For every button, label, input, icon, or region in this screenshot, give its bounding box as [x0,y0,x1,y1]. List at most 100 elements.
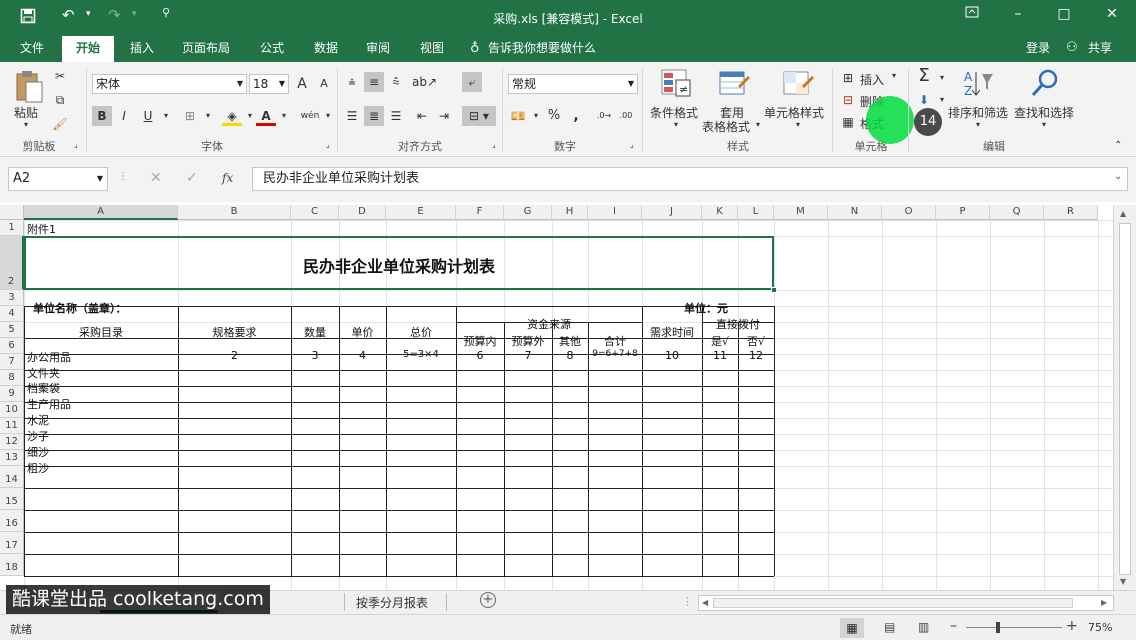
align-left-icon[interactable]: ☰ [342,106,362,126]
paste-icon[interactable] [14,70,44,104]
decrease-decimal-icon[interactable]: .00 [616,106,636,126]
page-layout-view-icon[interactable]: ▤ [884,620,895,634]
clipboard-launcher-icon[interactable]: ⌟ [74,140,78,149]
increase-decimal-icon[interactable]: .0→ [594,106,614,126]
row-header[interactable]: 18 [0,554,24,576]
align-top-icon[interactable]: ⩮ [342,72,362,92]
accounting-format-icon[interactable]: 💴 [508,106,528,126]
decrease-indent-icon[interactable]: ⇤ [412,106,432,126]
cell-r10-item[interactable]: 水泥 [27,412,49,428]
autosum-dropdown-icon[interactable]: ▾ [932,68,952,88]
tell-me-search[interactable]: 告诉我你想要做什么 [488,36,608,62]
cell-r6-spec[interactable]: 2 [178,349,291,362]
cell-r9-item[interactable]: 生产用品 [27,396,71,412]
cell-styles-button[interactable]: 单元格样式 [764,104,824,121]
column-header[interactable]: I [588,205,642,220]
header-item[interactable]: 采购目录 [24,324,178,340]
row-header[interactable]: 16 [0,510,24,532]
cell-r6-qty[interactable]: 3 [291,349,339,362]
zoom-slider[interactable] [966,627,1062,628]
column-header[interactable]: L [738,205,774,220]
header-total[interactable]: 总价 [386,324,456,340]
find-select-button[interactable]: 查找和选择 [1014,104,1074,121]
tab-home[interactable]: 开始 [62,36,114,62]
header-direct[interactable]: 直接拨付 [702,316,774,332]
header-qty[interactable]: 数量 [291,324,339,340]
column-header[interactable]: N [828,205,882,220]
format-as-table-icon[interactable] [718,68,750,100]
number-launcher-icon[interactable]: ⌟ [630,140,634,149]
sheet-tab-quarterly[interactable]: 按季分月报表 [356,594,428,611]
column-header[interactable]: F [456,205,504,220]
sort-filter-icon[interactable]: AZ [962,68,994,100]
row-header[interactable]: 3 [0,290,24,306]
cell-unit-name[interactable]: 单位名称（盖章）： [33,300,127,316]
scroll-down-icon[interactable]: ▼ [1120,577,1126,586]
close-icon[interactable]: ✕ [1102,6,1122,22]
tab-data[interactable]: 数据 [304,36,348,62]
header-other[interactable]: 其他 [552,333,588,349]
header-outbudget[interactable]: 预算外 [504,333,552,349]
cell-r6-total[interactable]: 5=3×4 [386,349,456,360]
column-header[interactable]: H [552,205,588,220]
format-painter-icon[interactable]: 🖌 [50,114,70,134]
maximize-icon[interactable]: □ [1054,6,1074,22]
column-header[interactable]: A [24,205,178,220]
cell-r6-price[interactable]: 4 [339,349,386,362]
scroll-up-icon[interactable]: ▲ [1120,209,1126,218]
column-header[interactable]: E [386,205,456,220]
increase-indent-icon[interactable]: ⇥ [434,106,454,126]
header-fund[interactable]: 资金来源 [456,316,642,332]
font-size-select[interactable]: 18 ▼ [249,74,289,94]
row-header[interactable]: 12 [0,434,24,450]
row-header[interactable]: 6 [0,338,24,354]
column-header[interactable]: P [936,205,990,220]
header-price[interactable]: 单价 [339,324,386,340]
fill-down-icon[interactable]: ⬇ [914,90,934,110]
zoom-slider-thumb[interactable] [996,622,1000,633]
format-as-table-button[interactable]: 表格格式 [702,118,750,135]
autosum-button[interactable]: Σ [914,66,934,86]
column-header[interactable]: D [339,205,386,220]
share-button[interactable]: 共享 [1082,36,1118,62]
insert-cells-icon[interactable]: ⊞ [838,68,858,88]
insert-cells-button[interactable]: 插入 [860,71,884,88]
delete-cells-icon[interactable]: ⊟ [838,90,858,110]
fill-color-icon[interactable]: ◈ [222,106,242,126]
align-right-icon[interactable]: ☰ [386,106,406,126]
underline-dropdown-icon[interactable]: ▾ [156,106,176,126]
page-break-view-icon[interactable]: ▥ [918,620,929,634]
cell-r12-item[interactable]: 细沙 [27,444,49,460]
formula-input[interactable]: 民办非企业单位采购计划表 [252,167,1128,191]
column-header[interactable]: R [1044,205,1098,220]
row-header[interactable]: 9 [0,386,24,402]
format-cells-icon[interactable]: ▦ [838,112,858,132]
tab-split-icon[interactable]: ⋮ [682,595,693,608]
tab-insert[interactable]: 插入 [120,36,164,62]
h-scroll-thumb[interactable] [713,598,1073,608]
font-name-select[interactable]: 宋体 ▼ [92,74,247,94]
copy-icon[interactable]: ⧉ [50,90,70,110]
row-header[interactable]: 14 [0,466,24,488]
collapse-ribbon-icon[interactable]: ⌃ [1114,140,1122,151]
zoom-out-icon[interactable]: – [950,618,957,634]
tab-formulas[interactable]: 公式 [250,36,294,62]
column-header[interactable]: J [642,205,702,220]
normal-view-icon[interactable]: ▦ [840,618,864,638]
row-header[interactable]: 17 [0,532,24,554]
tab-review[interactable]: 审阅 [356,36,400,62]
paste-label[interactable]: 粘贴 [14,104,38,121]
name-box[interactable]: A2 ▼ [8,167,108,191]
bold-button[interactable]: B [92,106,112,126]
grow-font-button[interactable]: A [292,74,312,94]
font-color-dropdown-icon[interactable]: ▾ [274,106,294,126]
find-select-icon[interactable] [1030,68,1060,98]
cell-r6-other[interactable]: 8 [552,349,588,362]
cell-r6-outbudget[interactable]: 7 [504,349,552,362]
horizontal-scrollbar[interactable]: ◀ ▶ [698,595,1114,611]
column-header[interactable]: Q [990,205,1044,220]
number-format-select[interactable]: 常规 ▼ [508,74,638,94]
cell-r11-item[interactable]: 沙子 [27,428,49,444]
header-sum[interactable]: 合计 [588,333,642,349]
cancel-icon[interactable]: ✕ [150,170,162,186]
